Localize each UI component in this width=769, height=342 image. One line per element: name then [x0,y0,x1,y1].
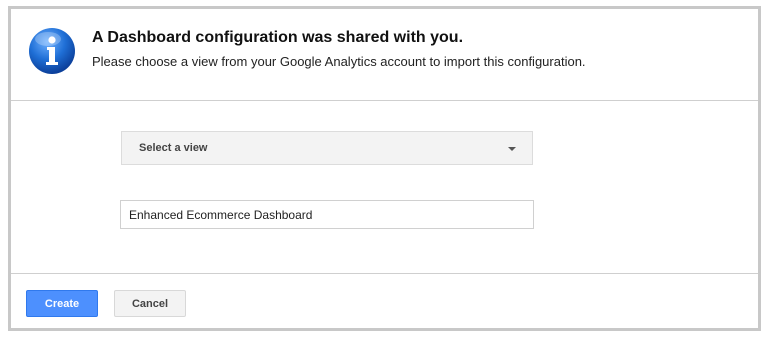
chevron-down-icon [508,147,516,151]
dialog-subtitle: Please choose a view from your Google An… [92,54,586,69]
dialog-body: Select a view [11,101,758,273]
info-icon [29,28,75,74]
share-dashboard-dialog: A Dashboard configuration was shared wit… [8,6,761,331]
dashboard-name-input[interactable] [120,200,534,229]
dialog-footer: Create Cancel [11,273,758,329]
view-select-label: Select a view [139,142,208,154]
view-select-dropdown[interactable]: Select a view [121,131,533,165]
dialog-title: A Dashboard configuration was shared wit… [92,29,464,46]
create-button[interactable]: Create [26,290,98,317]
cancel-button[interactable]: Cancel [114,290,186,317]
dialog-header: A Dashboard configuration was shared wit… [11,9,758,101]
